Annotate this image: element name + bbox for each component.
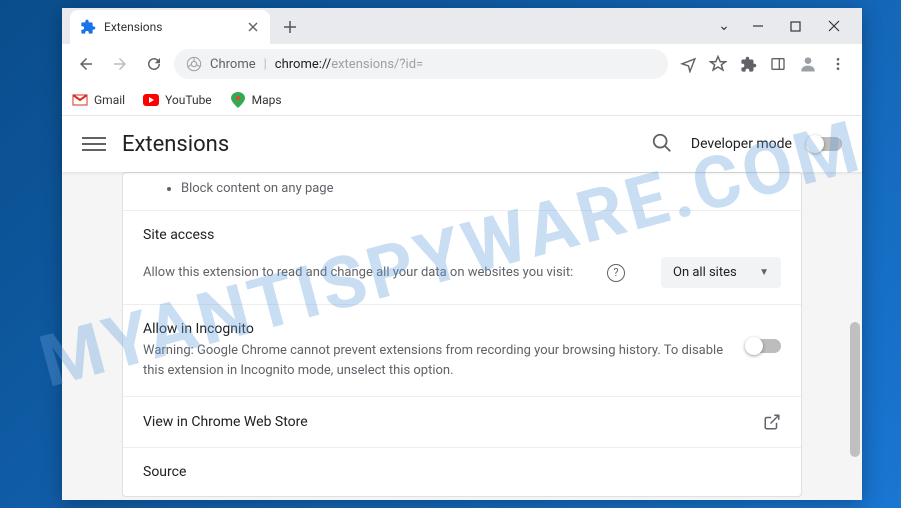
address-bar[interactable]: Chrome | chrome://extensions/?id=	[174, 49, 668, 79]
arrow-left-icon	[77, 55, 95, 73]
menu-button[interactable]	[828, 54, 848, 74]
content-area[interactable]: Block content on any page Site access Al…	[62, 172, 862, 500]
new-tab-button[interactable]	[276, 13, 304, 41]
reload-icon	[145, 55, 163, 73]
arrow-right-icon	[111, 55, 129, 73]
star-icon	[709, 55, 727, 73]
sidepanel-button[interactable]	[768, 54, 788, 74]
extension-detail-card: Block content on any page Site access Al…	[122, 172, 802, 497]
share-icon	[680, 56, 697, 73]
extensions-header: Extensions Developer mode	[62, 116, 862, 172]
address-scheme: Chrome	[210, 57, 256, 72]
tab-close-button[interactable]	[246, 20, 260, 34]
web-store-label: View in Chrome Web Store	[143, 414, 747, 430]
window-controls: ⌄	[700, 8, 862, 44]
search-icon	[651, 132, 673, 154]
puzzle-icon	[740, 56, 757, 73]
incognito-title: Allow in Incognito	[143, 321, 731, 337]
gmail-icon	[72, 92, 88, 108]
titlebar: Extensions ⌄	[62, 8, 862, 44]
reload-button[interactable]	[140, 50, 168, 78]
bookmark-youtube[interactable]: YouTube	[143, 92, 212, 108]
incognito-section: Allow in Incognito Warning: Google Chrom…	[123, 304, 801, 396]
incognito-toggle[interactable]	[747, 339, 781, 353]
bookmark-maps[interactable]: Maps	[230, 92, 282, 108]
help-icon[interactable]: ?	[607, 264, 625, 282]
site-access-dropdown[interactable]: On all sites ▼	[661, 257, 781, 288]
dropdown-value: On all sites	[673, 265, 737, 280]
chevron-down-icon: ▼	[759, 267, 769, 278]
maximize-icon	[790, 21, 801, 32]
source-section: Source	[123, 447, 801, 496]
search-button[interactable]	[651, 132, 675, 156]
source-title: Source	[143, 464, 781, 480]
bookmarks-bar: Gmail YouTube Maps	[62, 84, 862, 116]
profile-button[interactable]	[798, 54, 818, 74]
chevron-down-icon[interactable]: ⌄	[714, 18, 734, 34]
bookmark-gmail[interactable]: Gmail	[72, 92, 125, 108]
chrome-icon	[186, 56, 202, 72]
toolbar: Chrome | chrome://extensions/?id=	[62, 44, 862, 84]
plus-icon	[283, 20, 297, 34]
bookmark-button[interactable]	[708, 54, 728, 74]
permission-bullet: Block content on any page	[181, 173, 781, 210]
developer-mode-toggle[interactable]	[808, 137, 842, 151]
share-button[interactable]	[678, 54, 698, 74]
sidepanel-icon	[770, 56, 786, 72]
extension-icon	[80, 19, 96, 35]
youtube-icon	[143, 92, 159, 108]
bookmark-label: YouTube	[165, 93, 212, 107]
maps-icon	[230, 92, 246, 108]
address-separator: |	[264, 57, 267, 72]
site-access-title: Site access	[143, 227, 781, 243]
minimize-button[interactable]	[752, 20, 772, 32]
close-icon	[248, 22, 258, 32]
minimize-icon	[752, 20, 764, 32]
scrollbar-thumb[interactable]	[850, 322, 860, 457]
kebab-icon	[830, 56, 846, 72]
forward-button[interactable]	[106, 50, 134, 78]
incognito-warning: Warning: Google Chrome cannot prevent ex…	[143, 341, 731, 380]
tab-title: Extensions	[104, 20, 162, 34]
site-access-label: Allow this extension to read and change …	[143, 265, 599, 280]
scrollbar-track	[850, 172, 860, 500]
bookmark-label: Gmail	[94, 93, 125, 107]
close-window-button[interactable]	[828, 20, 848, 32]
toolbar-icons	[674, 54, 852, 74]
bookmark-label: Maps	[252, 93, 282, 107]
close-icon	[828, 20, 840, 32]
open-external-icon	[763, 413, 781, 431]
address-url: chrome://extensions/?id=	[275, 57, 423, 72]
site-access-section: Site access Allow this extension to read…	[123, 210, 801, 304]
developer-mode-label: Developer mode	[691, 136, 792, 152]
menu-toggle[interactable]	[82, 132, 106, 156]
web-store-link[interactable]: View in Chrome Web Store	[123, 396, 801, 447]
profile-icon	[798, 54, 818, 74]
extensions-button[interactable]	[738, 54, 758, 74]
back-button[interactable]	[72, 50, 100, 78]
maximize-button[interactable]	[790, 21, 810, 32]
page-title: Extensions	[122, 132, 229, 157]
browser-tab[interactable]: Extensions	[70, 10, 270, 44]
browser-window: Extensions ⌄	[62, 8, 862, 500]
